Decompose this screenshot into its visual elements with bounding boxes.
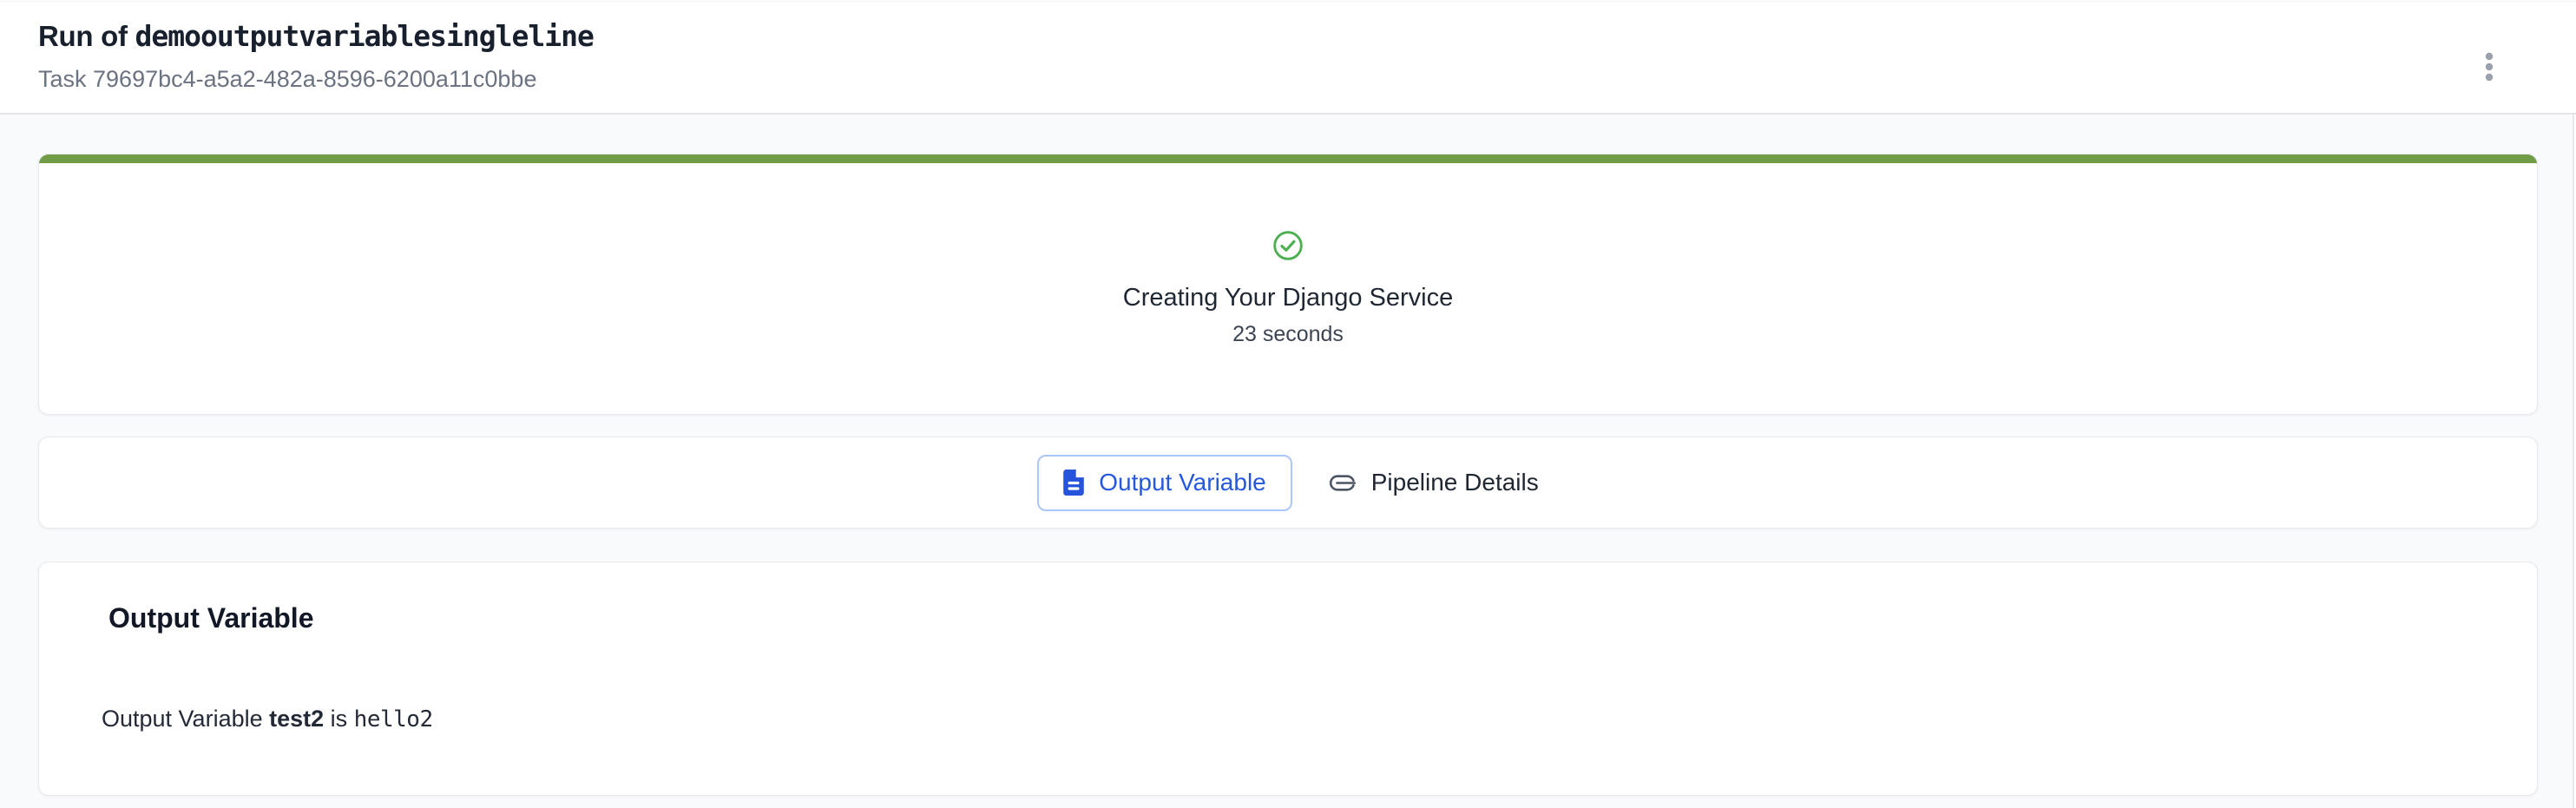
header-text-block: Run of demooutputvariablesingleline Task… [38,17,594,93]
variable-name: test2 [269,706,324,732]
link-icon [1329,474,1357,492]
run-name: demooutputvariablesingleline [135,19,594,53]
status-card: Creating Your Django Service 23 seconds [38,154,2538,415]
tab-output-variable[interactable]: Output Variable [1037,455,1292,511]
status-duration: 23 seconds [1232,322,1344,347]
document-icon [1063,470,1084,496]
task-id-subtitle: Task 79697bc4-a5a2-482a-8596-6200a11c0bb… [38,66,594,93]
output-variable-heading: Output Variable [74,602,2502,634]
tab-pipeline-details[interactable]: Pipeline Details [1329,469,1539,496]
output-variable-card: Output Variable Output Variable test2 is… [38,562,2538,796]
main-content: Creating Your Django Service 23 seconds … [0,154,2576,796]
tab-label: Pipeline Details [1371,469,1539,496]
right-edge-gutter [2573,5,2576,808]
output-variable-line: Output Variable test2 is hello2 [74,706,2502,732]
tab-label: Output Variable [1099,469,1266,496]
page-header: Run of demooutputvariablesingleline Task… [0,3,2576,115]
page-title-prefix: Run of [38,20,135,52]
status-title: Creating Your Django Service [1123,284,1453,312]
kebab-menu-icon [2484,52,2494,82]
tabs-card: Output Variable Pipeline Details [38,437,2538,529]
check-circle-icon [1272,230,1304,261]
output-line-middle: is [324,706,354,732]
variable-value: hello2 [354,706,433,732]
output-line-prefix: Output Variable [102,706,269,732]
kebab-menu-button[interactable] [2475,43,2503,90]
status-accent-bar [39,154,2537,163]
page-title: Run of demooutputvariablesingleline [38,17,594,56]
